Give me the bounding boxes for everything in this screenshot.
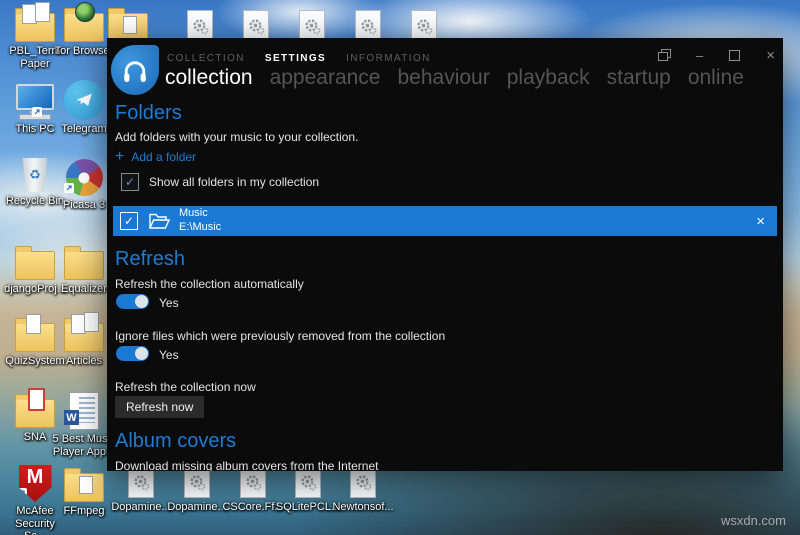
- folder-icon: [64, 251, 104, 280]
- folder-docs-icon: [64, 323, 104, 352]
- folder-docs-icon: [15, 13, 55, 42]
- album-covers-description: Download missing album covers from the I…: [115, 459, 378, 471]
- close-button[interactable]: ×: [766, 48, 775, 63]
- main-tabs: COLLECTION SETTINGS INFORMATION: [167, 53, 431, 64]
- icon-label: Tor Browser: [55, 45, 114, 58]
- subtab-online[interactable]: online: [688, 66, 744, 90]
- icon-label: SQLitePCL...: [276, 501, 340, 514]
- icon-label: This PC: [15, 123, 54, 136]
- subtab-collection[interactable]: collection: [165, 66, 253, 90]
- refresh-heading: Refresh: [115, 248, 185, 271]
- desktop-file-setup-5[interactable]: [392, 2, 456, 42]
- folder-icon: [15, 323, 55, 352]
- tab-settings[interactable]: SETTINGS: [265, 53, 326, 64]
- refresh-auto-state: Yes: [159, 296, 179, 310]
- desktop: PBL_Term Paper This PC ♻ Recycle Bin dja…: [0, 0, 800, 535]
- icon-label: Dopamine...: [111, 501, 170, 514]
- show-all-folders-checkbox[interactable]: ✓ Show all folders in my collection: [121, 173, 319, 191]
- tab-collection[interactable]: COLLECTION: [167, 53, 245, 64]
- folder-card-icon: [15, 399, 55, 428]
- tab-information[interactable]: INFORMATION: [346, 53, 431, 64]
- folder-globe-icon: [64, 13, 104, 42]
- recycle-bin-icon: ♻: [21, 158, 49, 192]
- checkbox-icon[interactable]: ✓: [121, 173, 139, 191]
- ignore-files-state: Yes: [159, 348, 179, 362]
- ignore-files-toggle[interactable]: [116, 346, 149, 361]
- minimize-button[interactable]: –: [696, 49, 703, 62]
- collection-folder-row[interactable]: ✓ Music E:\Music ×: [113, 206, 777, 236]
- dopamine-settings-window: – × COLLECTION SETTINGS INFORMATION coll…: [107, 38, 783, 471]
- open-folder-icon: [147, 210, 171, 232]
- subtab-behaviour[interactable]: behaviour: [398, 66, 490, 90]
- folders-heading: Folders: [115, 102, 182, 125]
- shortcut-arrow-icon: [17, 480, 27, 504]
- desktop-file-setup-3[interactable]: [280, 2, 344, 42]
- mini-player-icon[interactable]: [658, 51, 670, 61]
- desktop-file-setup-1[interactable]: [168, 2, 232, 42]
- word-doc-icon: W: [69, 392, 99, 430]
- icon-label: Telegram: [61, 123, 106, 136]
- refresh-now-button[interactable]: Refresh now: [115, 396, 204, 418]
- album-covers-heading: Album covers: [115, 430, 236, 453]
- refresh-auto-toggle[interactable]: [116, 294, 149, 309]
- desktop-file-cscore[interactable]: CSCore.Ff...: [224, 464, 282, 514]
- settings-subtabs: collection appearance behaviour playback…: [165, 66, 744, 90]
- add-folder-button[interactable]: + Add a folder: [115, 149, 196, 165]
- desktop-file-dopamine-2[interactable]: Dopamine...: [168, 464, 226, 514]
- toggle-knob: [135, 295, 148, 308]
- watermark: wsxdn.com: [721, 513, 786, 528]
- folders-description: Add folders with your music to your coll…: [115, 130, 358, 144]
- folder-doc-icon: [64, 473, 104, 502]
- plus-icon: +: [115, 149, 124, 165]
- remove-folder-icon[interactable]: ×: [756, 213, 765, 230]
- icon-label: Articles: [66, 355, 102, 368]
- desktop-file-setup-4[interactable]: [336, 2, 400, 42]
- icon-label: Dopamine...: [167, 501, 226, 514]
- dopamine-logo-icon: [111, 45, 159, 95]
- subtab-appearance[interactable]: appearance: [270, 66, 381, 90]
- icon-label: Newtonsof...: [332, 501, 393, 514]
- refresh-auto-label: Refresh the collection automatically: [115, 277, 304, 291]
- icon-label: Equalizer: [61, 283, 107, 296]
- icon-label: CSCore.Ff...: [222, 501, 283, 514]
- subtab-playback[interactable]: playback: [507, 66, 590, 90]
- subtab-startup[interactable]: startup: [607, 66, 671, 90]
- picasa-icon: [66, 159, 103, 196]
- window-controls: – ×: [658, 48, 775, 63]
- maximize-button[interactable]: [729, 50, 740, 61]
- toggle-knob: [135, 347, 148, 360]
- desktop-file-dopamine-1[interactable]: Dopamine...: [112, 464, 170, 514]
- desktop-file-sqlitepcl[interactable]: SQLitePCL...: [279, 464, 337, 514]
- mcafee-shield-icon: M: [19, 465, 52, 502]
- ignore-files-label: Ignore files which were previously remov…: [115, 329, 445, 343]
- desktop-file-setup-2[interactable]: [224, 2, 288, 42]
- desktop-file-newtonsoft[interactable]: Newtonsof...: [334, 464, 392, 514]
- icon-label: FFmpeg: [64, 505, 105, 518]
- shortcut-arrow-icon: [32, 104, 42, 122]
- telegram-icon: [64, 80, 104, 120]
- icon-label: SNA: [24, 431, 47, 444]
- icon-label: Picasa 3: [63, 199, 105, 212]
- folder-icon: [15, 251, 55, 280]
- refresh-now-label: Refresh the collection now: [115, 380, 256, 394]
- folder-checkbox-icon[interactable]: ✓: [120, 212, 138, 230]
- folder-name-path: Music E:\Music: [179, 207, 221, 235]
- shortcut-arrow-icon: [64, 180, 74, 198]
